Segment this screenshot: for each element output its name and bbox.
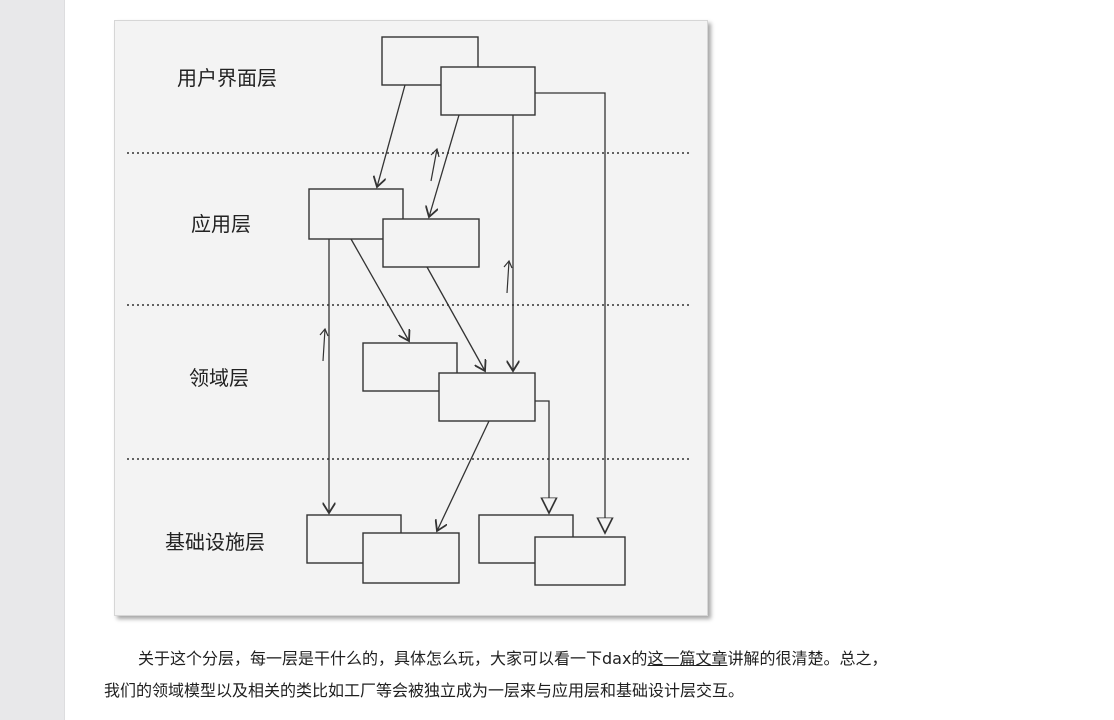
app-layer-label: 应用层 (191, 212, 251, 236)
infra-box-4 (534, 536, 626, 586)
ui-box-2 (440, 66, 536, 116)
left-gutter (0, 0, 65, 720)
arrow-domain-to-infra-2 (535, 400, 549, 513)
layer-diagram-figure: 用户界面层 应用层 领域层 基础设施层 (114, 20, 708, 616)
article-paragraph: 关于这个分层，每一层是干什么的，具体怎么玩，大家可以看一下dax的这一篇文章讲解… (104, 643, 1004, 707)
infra-box-2 (362, 532, 460, 584)
arrow-ui-to-app-1 (377, 84, 406, 187)
arrow-domain-to-app-return-head (503, 259, 513, 269)
arrow-domain-to-app-return (506, 260, 510, 294)
app-box-2 (382, 218, 480, 268)
ui-layer-label: 用户界面层 (177, 66, 277, 90)
arrow-infra-to-app-return-head (319, 327, 329, 337)
arrow-ui-to-infra (535, 92, 605, 533)
article-link[interactable]: 这一篇文章 (647, 649, 727, 668)
arrow-app-to-ui-return-head (430, 147, 440, 158)
arrow-infra-to-app-return (322, 328, 326, 362)
domain-box-2 (438, 372, 536, 422)
paragraph-line-2: 我们的领域模型以及相关的类比如工厂等会被独立成为一层来与应用层和基础设计层交互。 (104, 681, 745, 700)
paragraph-text-part2: 讲解的很清楚。总之， (727, 649, 888, 668)
paragraph-text-part1: 关于这个分层，每一层是干什么的，具体怎么玩，大家可以看一下dax的 (138, 649, 648, 668)
infra-layer-label: 基础设施层 (165, 530, 265, 554)
paragraph-line-1: 关于这个分层，每一层是干什么的，具体怎么玩，大家可以看一下dax的这一篇文章讲解… (104, 643, 1004, 675)
layer-diagram-svg: 用户界面层 应用层 领域层 基础设施层 (127, 36, 690, 586)
domain-layer-label: 领域层 (189, 366, 249, 390)
